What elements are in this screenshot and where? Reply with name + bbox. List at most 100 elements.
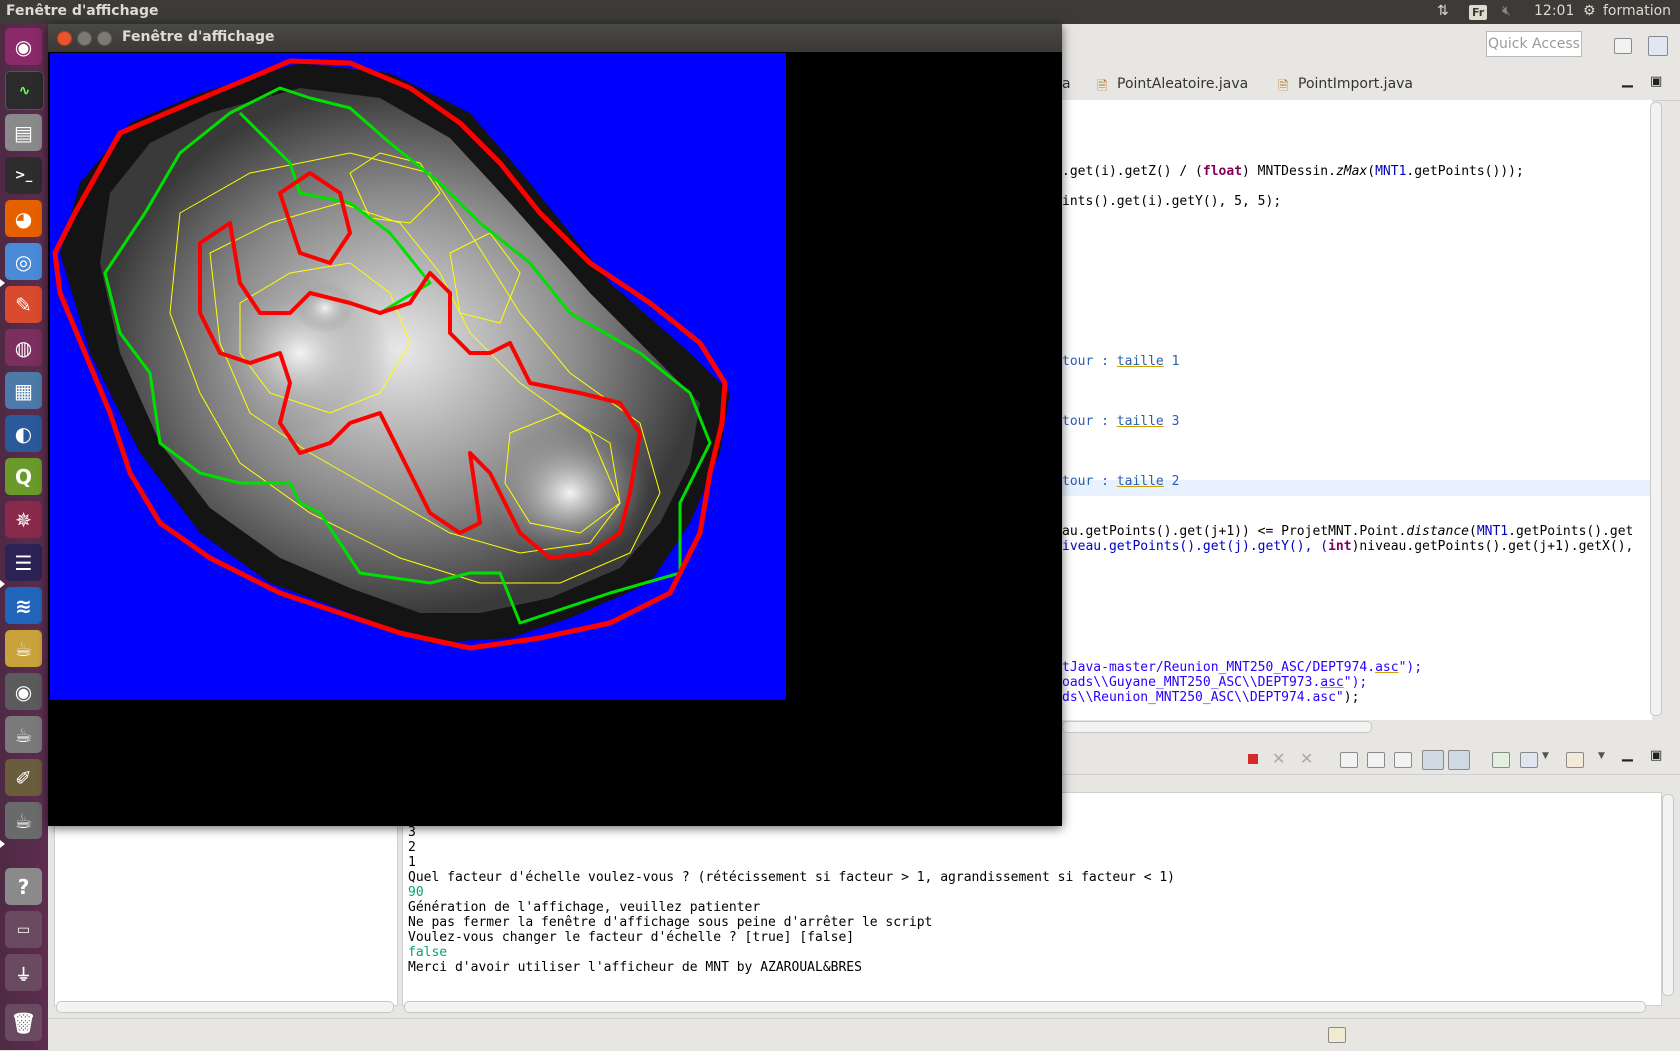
console-lines: 3 2 1 Quel facteur d'échelle voulez-vous ? … bbox=[408, 825, 1175, 975]
code-line: .get(i).getZ() / (float) MNTDessin.zMax(… bbox=[1062, 164, 1524, 179]
progress-icon[interactable] bbox=[1328, 1027, 1346, 1043]
eclipse-toolbar: Quick Access bbox=[1062, 24, 1680, 71]
java-file-icon: 🗎︎ bbox=[1278, 79, 1289, 94]
eye-icon[interactable]: ◉ bbox=[5, 673, 42, 710]
console-output-line: 2 bbox=[408, 840, 416, 855]
console-horizontal-scrollbar[interactable] bbox=[404, 1001, 1646, 1013]
console-output-line: 1 bbox=[408, 855, 416, 870]
show-on-error-icon[interactable] bbox=[1448, 750, 1470, 770]
status-bar bbox=[48, 1018, 1680, 1051]
code-line: au.getPoints().get(j+1)) <= ProjetMNT.Po… bbox=[1062, 524, 1634, 539]
chevron-down-icon[interactable]: ▼ bbox=[1598, 751, 1605, 761]
code-line: tour : taille 1 bbox=[1062, 354, 1180, 369]
cup-icon[interactable]: ☕ bbox=[5, 630, 42, 667]
code-line: tour : taille 3 bbox=[1062, 414, 1180, 429]
drive-icon[interactable]: ▭ bbox=[5, 911, 42, 948]
ubuntu-dash-icon[interactable]: ◉ bbox=[5, 28, 42, 65]
code-line: ints().get(i).getY(), 5, 5); bbox=[1062, 194, 1282, 209]
minimize-window-button[interactable] bbox=[77, 31, 92, 46]
firefox-icon[interactable]: ◕ bbox=[5, 200, 42, 237]
java-icon[interactable]: ☕ bbox=[5, 716, 42, 753]
running-indicator bbox=[0, 279, 5, 287]
active-window-title: Fenêtre d'affichage bbox=[6, 3, 159, 19]
elevation-map bbox=[52, 58, 730, 651]
qgis-icon[interactable]: Q bbox=[5, 458, 42, 495]
console-input-line: false bbox=[408, 945, 448, 960]
clear-console-icon[interactable] bbox=[1340, 752, 1358, 768]
eclipse-icon[interactable]: ☰ bbox=[5, 544, 42, 581]
code-line: tour : taille 2 bbox=[1062, 474, 1180, 489]
settings-tools-icon[interactable]: ✎ bbox=[5, 286, 42, 323]
console-output-line: Merci d'avoir utiliser l'afficheur de MN… bbox=[408, 960, 862, 975]
minimize-view-icon[interactable]: ▁ bbox=[1622, 72, 1633, 88]
show-on-output-icon[interactable] bbox=[1422, 750, 1444, 770]
console-input-line: 90 bbox=[408, 885, 424, 900]
close-window-button[interactable] bbox=[57, 31, 72, 46]
code-line: oads\\Guyane_MNT250_ASC\\DEPT973.asc"); bbox=[1062, 675, 1368, 690]
console-output-line: 3 bbox=[408, 825, 416, 840]
quick-access-input[interactable]: Quick Access bbox=[1486, 31, 1582, 57]
files-icon[interactable]: ▤ bbox=[5, 114, 42, 151]
system-monitor-icon[interactable]: ∿ bbox=[5, 71, 44, 110]
code-editor[interactable]: .get(i).getZ() / (float) MNTDessin.zMax(… bbox=[1062, 100, 1652, 720]
editor-tab-pointaleatoire[interactable]: PointAleatoire.java bbox=[1117, 76, 1248, 92]
open-perspective-icon[interactable] bbox=[1614, 38, 1632, 54]
web-browser-icon[interactable]: ◐ bbox=[5, 415, 42, 452]
remove-all-icon[interactable]: ✕ bbox=[1300, 749, 1313, 768]
editor-tab-pointimport[interactable]: PointImport.java bbox=[1298, 76, 1413, 92]
console-output-line: Quel facteur d'échelle voulez-vous ? (ré… bbox=[408, 870, 1176, 885]
display-window: Fenêtre d'affichage bbox=[48, 24, 1062, 826]
chevron-down-icon[interactable]: ▼ bbox=[1542, 751, 1549, 761]
settings-gear-icon[interactable]: ⚙ bbox=[1583, 3, 1596, 19]
code-line: ds\\Reunion_MNT250_ASC\\DEPT974.asc"); bbox=[1062, 690, 1360, 705]
java-file-icon: 🗎︎ bbox=[1097, 79, 1108, 94]
console-output-line: Génération de l'affichage, veuillez pati… bbox=[408, 900, 761, 915]
word-wrap-icon[interactable] bbox=[1394, 752, 1412, 768]
keyboard-indicator[interactable]: Fr bbox=[1469, 4, 1488, 20]
console-vertical-scrollbar[interactable] bbox=[1662, 794, 1674, 996]
remove-launch-icon[interactable]: ✕ bbox=[1272, 749, 1285, 768]
monitor-chart-icon[interactable]: ≋ bbox=[5, 587, 42, 624]
image-viewer-icon[interactable]: ▦ bbox=[5, 372, 42, 409]
editor-horizontal-scrollbar[interactable] bbox=[1062, 721, 1372, 733]
top-panel: Fenêtre d'affichage ⇅ Fr 🔇︎ 12:01 ⚙ form… bbox=[0, 0, 1680, 24]
console-output-line: Voulez-vous changer le facteur d'échelle… bbox=[408, 930, 855, 945]
usb-icon[interactable]: ⏚ bbox=[5, 954, 42, 991]
console-output-line: Ne pas fermer la fenêtre d'affichage sou… bbox=[408, 915, 933, 930]
code-line: tJava-master/Reunion_MNT250_ASC/DEPT974.… bbox=[1062, 660, 1423, 675]
running-indicator bbox=[0, 580, 5, 588]
terminate-icon[interactable] bbox=[1248, 754, 1258, 764]
clock[interactable]: 12:01 bbox=[1534, 3, 1574, 19]
chromium-icon[interactable]: ◎ bbox=[5, 243, 42, 280]
trash-icon[interactable]: 🗑︎ bbox=[5, 1004, 42, 1041]
network-icon[interactable]: ⇅ bbox=[1437, 3, 1449, 19]
gimp-icon[interactable]: ✐ bbox=[5, 759, 42, 796]
terminal-icon[interactable]: >_ bbox=[5, 157, 42, 194]
maximize-view-icon[interactable]: ▣ bbox=[1650, 748, 1662, 763]
peak-highlight bbox=[295, 283, 355, 333]
system-icon[interactable]: ◍ bbox=[5, 329, 42, 366]
launcher: ◉ ∿ ▤ >_ ◕ ◎ ✎ ◍ ▦ ◐ Q ✵ ☰ ≋ ☕ ◉ ☕ ✐ ☕ ?… bbox=[0, 24, 48, 1050]
maximize-view-icon[interactable]: ▣ bbox=[1650, 74, 1662, 89]
editor-tab[interactable]: a bbox=[1062, 76, 1071, 92]
java-perspective-icon[interactable] bbox=[1648, 36, 1668, 56]
console-toolbar: ✕ ✕ ▼ ▼ ▁ ▣ bbox=[1062, 744, 1680, 775]
java-app-icon[interactable]: ☕ bbox=[5, 802, 42, 839]
running-indicator bbox=[0, 840, 5, 848]
editor-tab-bar: a 🗎︎ PointAleatoire.java 🗎︎ PointImport.… bbox=[1062, 70, 1680, 101]
minimize-view-icon[interactable]: ▁ bbox=[1622, 746, 1633, 762]
network-tool-icon[interactable]: ✵ bbox=[5, 501, 42, 538]
outline-horizontal-scrollbar[interactable] bbox=[56, 1001, 394, 1013]
editor-vertical-scrollbar[interactable] bbox=[1650, 102, 1662, 716]
user-name[interactable]: formation bbox=[1603, 3, 1671, 19]
display-console-icon[interactable] bbox=[1520, 752, 1538, 768]
volcano-highlight bbox=[490, 423, 650, 563]
scroll-lock-icon[interactable] bbox=[1367, 752, 1385, 768]
display-window-title: Fenêtre d'affichage bbox=[122, 29, 275, 45]
display-window-titlebar[interactable]: Fenêtre d'affichage bbox=[48, 24, 1062, 52]
volume-muted-icon[interactable]: 🔇︎ bbox=[1502, 3, 1511, 19]
open-console-icon[interactable] bbox=[1566, 752, 1584, 768]
maximize-window-button[interactable] bbox=[97, 31, 112, 46]
help-icon[interactable]: ? bbox=[5, 868, 42, 905]
pin-console-icon[interactable] bbox=[1492, 752, 1510, 768]
